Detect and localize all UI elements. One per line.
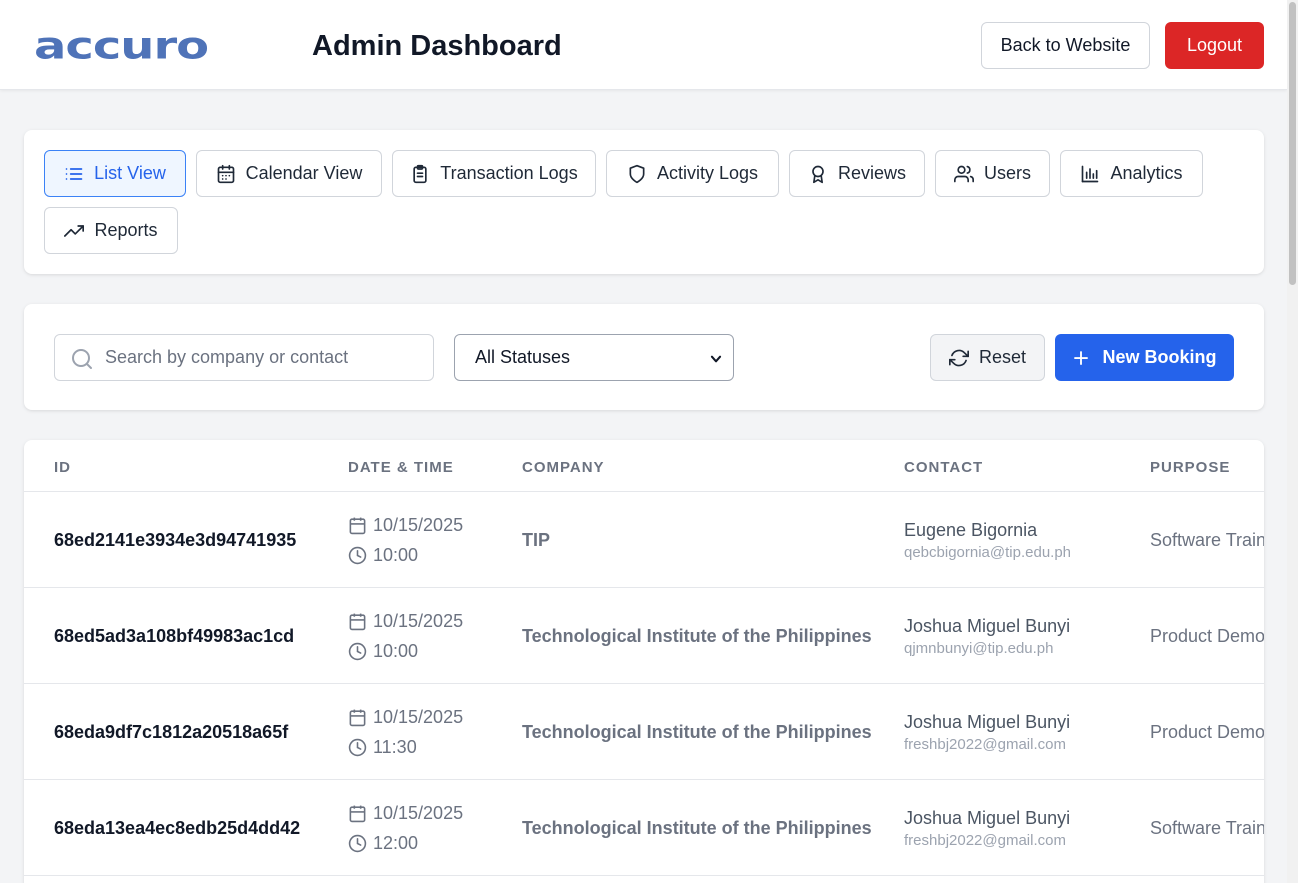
bar-chart-icon — [1082, 165, 1099, 182]
contact-email: qebcbigornia@tip.edu.ph — [904, 544, 1072, 561]
calendar-icon — [349, 805, 366, 823]
booking-time: 10:00 — [348, 641, 418, 662]
calendar-icon — [349, 517, 366, 535]
reset-label: Reset — [978, 347, 1027, 367]
tab-activity-logs[interactable]: Activity Logs — [606, 150, 779, 197]
search-icon — [72, 349, 92, 369]
tab-analytics[interactable]: Analytics — [1060, 150, 1203, 197]
back-to-website-button[interactable]: Back to Website — [981, 22, 1150, 69]
tab-reviews[interactable]: Reviews — [789, 150, 925, 197]
clock-icon — [348, 642, 367, 661]
plus-icon — [1074, 350, 1089, 365]
trending-up-icon — [64, 224, 85, 237]
status-select-value: All Statuses — [475, 347, 571, 367]
purpose: Software Traini — [1150, 530, 1264, 550]
date-text: 10/15/2025 — [373, 515, 464, 535]
shield-icon — [629, 164, 645, 183]
clipboard-icon — [413, 164, 427, 183]
table-row[interactable]: 68eda13ea4ec8edb25d4dd42 10/15/2025 12:0… — [24, 780, 1264, 876]
tab-label: Activity Logs — [656, 163, 759, 183]
tab-reports[interactable]: Reports — [44, 207, 178, 254]
filter-panel: All Statuses Reset New Booking — [24, 304, 1264, 410]
list-icon — [65, 167, 83, 180]
contact-email: freshbj2022@gmail.com — [904, 736, 1066, 753]
contact-email: qjmnbunyi@tip.edu.ph — [904, 640, 1054, 657]
booking-id: 68eda13ea4ec8edb25d4dd42 — [54, 818, 301, 838]
tab-label: Analytics — [1110, 163, 1183, 183]
calendar-icon — [349, 709, 366, 727]
tab-label: Transaction Logs — [440, 163, 578, 183]
column-header-company[interactable]: COMPANY — [522, 459, 605, 476]
view-tabs-panel: List View Calendar View Transaction Logs… — [24, 130, 1264, 274]
accuro-logo[interactable]: accuro — [34, 26, 209, 67]
company-name: Technological Institute of the Philippin… — [522, 626, 872, 646]
clock-icon — [348, 738, 367, 757]
date-text: 10/15/2025 — [373, 803, 464, 823]
scrollbar-thumb[interactable] — [1289, 2, 1296, 285]
company-name: Technological Institute of the Philippin… — [522, 818, 872, 838]
table-row[interactable]: 68ed5ad3a108bf49983ac1cd 10/15/2025 10:0… — [24, 588, 1264, 684]
refresh-icon — [948, 349, 969, 366]
status-select[interactable]: All Statuses — [454, 334, 734, 381]
bookings-table: ID DATE & TIME COMPANY CONTACT PURPOSE 6… — [24, 440, 1264, 883]
column-header-contact[interactable]: CONTACT — [904, 459, 983, 476]
search-input[interactable] — [105, 335, 425, 380]
tab-list-view[interactable]: List View — [44, 150, 186, 197]
page-title: Admin Dashboard — [312, 30, 562, 62]
contact-name: Joshua Miguel Bunyi — [904, 808, 1071, 828]
reset-button[interactable]: Reset — [930, 334, 1045, 381]
tab-transaction-logs[interactable]: Transaction Logs — [392, 150, 596, 197]
booking-date: 10/15/2025 — [348, 515, 463, 536]
table-row[interactable]: 68eda9df7c1812a20518a65f 10/15/2025 11:3… — [24, 684, 1264, 780]
tab-users[interactable]: Users — [935, 150, 1050, 197]
time-text: 10:00 — [373, 641, 419, 661]
booking-id: 68ed5ad3a108bf49983ac1cd — [54, 626, 295, 646]
time-text: 10:00 — [373, 545, 419, 565]
calendar-icon — [217, 164, 234, 183]
tab-label: Users — [983, 163, 1031, 183]
clock-icon — [348, 834, 367, 853]
purpose: Product Demor — [1150, 626, 1264, 646]
column-header-id[interactable]: ID — [54, 459, 71, 476]
tab-label: Reports — [94, 220, 158, 240]
booking-time: 10:00 — [348, 545, 418, 566]
time-text: 12:00 — [373, 833, 419, 853]
contact-name: Eugene Bigornia — [904, 520, 1038, 540]
top-header: accuro Admin Dashboard Back to Website L… — [0, 0, 1287, 90]
new-booking-label: New Booking — [1102, 347, 1217, 367]
booking-id: 68eda9df7c1812a20518a65f — [54, 722, 289, 742]
contact-email: freshbj2022@gmail.com — [904, 832, 1066, 849]
clock-icon — [348, 546, 367, 565]
booking-time: 11:30 — [348, 737, 417, 758]
purpose: Product Demor — [1150, 722, 1264, 742]
award-icon — [812, 165, 824, 183]
column-header-date-time[interactable]: DATE & TIME — [348, 459, 454, 476]
calendar-icon — [349, 613, 366, 631]
company-name: TIP — [522, 530, 551, 550]
purpose: Software Traini — [1150, 818, 1264, 838]
date-text: 10/15/2025 — [373, 611, 464, 631]
tab-label: Reviews — [837, 163, 907, 183]
logout-button[interactable]: Logout — [1165, 22, 1264, 69]
users-icon — [953, 165, 974, 182]
time-text: 11:30 — [373, 737, 417, 757]
company-name: Technological Institute of the Philippin… — [522, 722, 872, 742]
table-row[interactable]: 68ed2141e3934e3d94741935 10/15/2025 10:0… — [24, 492, 1264, 588]
booking-date: 10/15/2025 — [348, 803, 463, 824]
new-booking-button[interactable]: New Booking — [1055, 334, 1234, 381]
contact-name: Joshua Miguel Bunyi — [904, 712, 1071, 732]
booking-time: 12:00 — [348, 833, 418, 854]
booking-date: 10/15/2025 — [348, 707, 463, 728]
tab-label: List View — [94, 163, 166, 183]
tab-label: Calendar View — [245, 163, 363, 183]
column-header-purpose[interactable]: PURPOSE — [1150, 459, 1230, 476]
tab-calendar-view[interactable]: Calendar View — [196, 150, 382, 197]
date-text: 10/15/2025 — [373, 707, 464, 727]
booking-id: 68ed2141e3934e3d94741935 — [54, 530, 297, 550]
search-box[interactable] — [54, 334, 434, 381]
chevron-down-icon — [710, 355, 722, 363]
contact-name: Joshua Miguel Bunyi — [904, 616, 1071, 636]
booking-date: 10/15/2025 — [348, 611, 463, 632]
